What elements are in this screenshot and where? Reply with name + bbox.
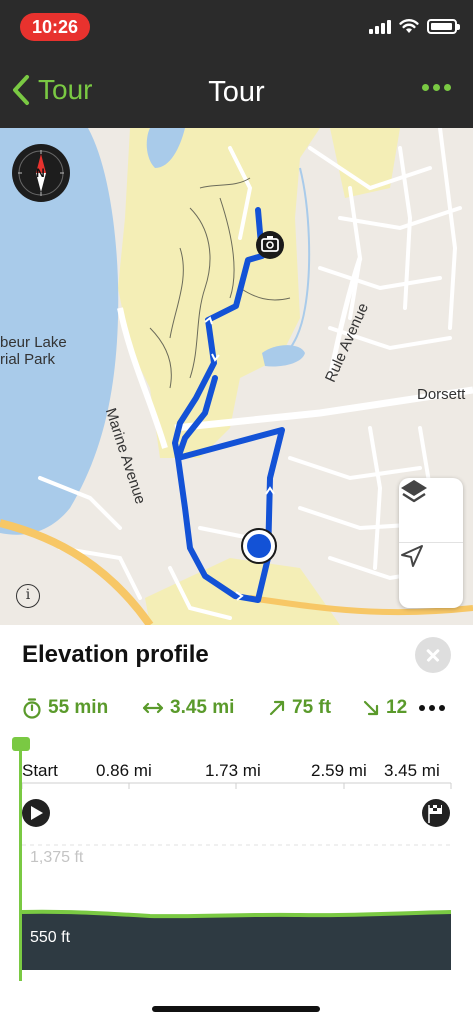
ascent-arrow-icon xyxy=(269,700,285,716)
elevation-tick-upper: 1,375 ft xyxy=(30,849,84,866)
distance-tick-3: 2.59 mi xyxy=(311,761,367,780)
map-label-lake-line1: beur Lake xyxy=(0,334,67,351)
distance-tick-1: 0.86 mi xyxy=(96,761,152,780)
stats-more-button[interactable] xyxy=(413,705,445,711)
elevation-tick-lower: 550 ft xyxy=(30,929,71,946)
stat-distance-value: 3.45 mi xyxy=(170,697,235,718)
stat-descent: 12 xyxy=(362,697,407,719)
status-icons xyxy=(369,18,460,34)
elevation-profile-fill xyxy=(22,911,451,970)
map-view[interactable]: beur Lake rial Park Marine Avenue Rule A… xyxy=(0,128,473,625)
map-label-lake: beur Lake rial Park xyxy=(0,334,67,368)
elevation-chart[interactable]: Start 0.86 mi 1.73 mi 2.59 mi 3.45 mi 1,… xyxy=(0,733,473,1003)
stat-ascent-value: 75 ft xyxy=(292,697,332,718)
distance-tick-2: 1.73 mi xyxy=(205,761,261,780)
distance-tick-start: Start xyxy=(22,761,58,780)
cellular-signal-icon xyxy=(369,18,391,34)
stat-distance: 3.45 mi xyxy=(142,697,234,719)
sheet-title: Elevation profile xyxy=(22,641,209,668)
compass-letter: N xyxy=(36,166,45,180)
close-button[interactable] xyxy=(415,637,451,673)
layers-icon xyxy=(401,480,427,503)
battery-icon xyxy=(427,18,460,34)
position-scrubber-handle[interactable] xyxy=(12,737,30,751)
finish-flag-icon xyxy=(422,799,450,827)
position-scrubber-line xyxy=(19,739,22,981)
current-location-marker xyxy=(241,528,277,564)
camera-icon[interactable] xyxy=(256,231,284,259)
map-label-lake-line2: rial Park xyxy=(0,351,56,368)
stat-duration-value: 55 min xyxy=(48,697,109,718)
stat-ascent: 75 ft xyxy=(268,697,331,719)
compass-button[interactable]: N xyxy=(12,144,70,202)
start-marker-icon xyxy=(22,799,50,827)
distance-tick-end: 3.45 mi xyxy=(384,761,440,780)
stats-row: 55 min 3.45 mi 75 ft 12 xyxy=(22,697,452,727)
park-area xyxy=(118,128,320,458)
locate-me-button[interactable] xyxy=(399,543,463,608)
locate-arrow-icon xyxy=(401,545,423,567)
park-strip xyxy=(330,128,400,198)
elevation-profile-sheet: Elevation profile 55 min 3.45 mi 75 ft 1… xyxy=(0,625,473,1025)
info-icon[interactable]: i xyxy=(16,584,40,608)
park-area-south xyxy=(145,558,340,625)
stat-descent-value: 12 xyxy=(386,697,408,718)
layers-button[interactable] xyxy=(399,478,463,543)
descent-arrow-icon xyxy=(363,700,379,716)
stopwatch-icon xyxy=(23,698,41,719)
home-indicator[interactable] xyxy=(152,1006,320,1012)
status-time: 10:26 xyxy=(20,13,90,41)
top-bar: 10:26 Tour Tour xyxy=(0,0,473,128)
map-controls xyxy=(399,478,463,608)
wifi-icon xyxy=(399,19,419,33)
distance-arrows-icon xyxy=(142,702,164,714)
stat-duration: 55 min xyxy=(22,697,108,719)
map-label-dorsett: Dorsett xyxy=(417,386,466,403)
more-options-button[interactable] xyxy=(422,84,451,91)
distance-tick-marks xyxy=(21,783,452,789)
page-title: Tour xyxy=(208,76,265,108)
